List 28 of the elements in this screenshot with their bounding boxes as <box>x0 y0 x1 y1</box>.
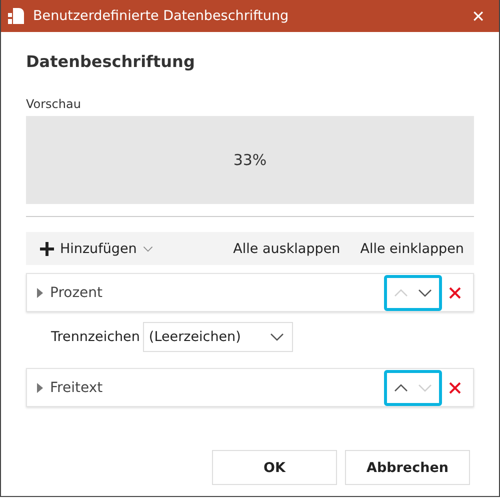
field-label: Freitext <box>50 380 104 396</box>
delete-icon[interactable] <box>449 286 461 298</box>
add-button[interactable]: Hinzufügen <box>40 240 153 256</box>
delete-icon[interactable] <box>449 382 461 394</box>
window-title: Benutzerdefinierte Datenbeschriftung <box>33 8 290 24</box>
field-row[interactable]: Prozent <box>26 273 474 312</box>
close-button[interactable]: ✕ <box>466 6 491 26</box>
up-chevron-icon <box>394 384 408 392</box>
app-logo-icon <box>7 7 25 25</box>
chevron-down-icon <box>142 246 153 252</box>
up-chevron-icon <box>394 288 408 296</box>
separator-label: Trennzeichen <box>51 329 140 345</box>
plus-icon <box>40 242 54 256</box>
ok-button[interactable]: OK <box>212 450 337 485</box>
field-row[interactable]: Freitext <box>26 368 474 407</box>
dialog-heading: Datenbeschriftung <box>26 52 196 71</box>
down-chevron-icon <box>418 384 432 392</box>
expand-icon[interactable] <box>36 382 44 392</box>
expand-all-button[interactable]: Alle ausklappen <box>233 240 340 256</box>
cancel-button[interactable]: Abbrechen <box>345 450 470 485</box>
expand-icon[interactable] <box>36 288 44 298</box>
separator-dropdown[interactable]: (Leerzeichen) <box>142 322 293 352</box>
collapse-all-button[interactable]: Alle einklappen <box>360 240 464 256</box>
preview-text: 33% <box>233 151 267 169</box>
chevron-down-icon <box>270 333 284 341</box>
field-label: Prozent <box>50 284 104 300</box>
down-chevron-icon <box>418 288 432 296</box>
preview-label: Vorschau <box>26 97 82 111</box>
